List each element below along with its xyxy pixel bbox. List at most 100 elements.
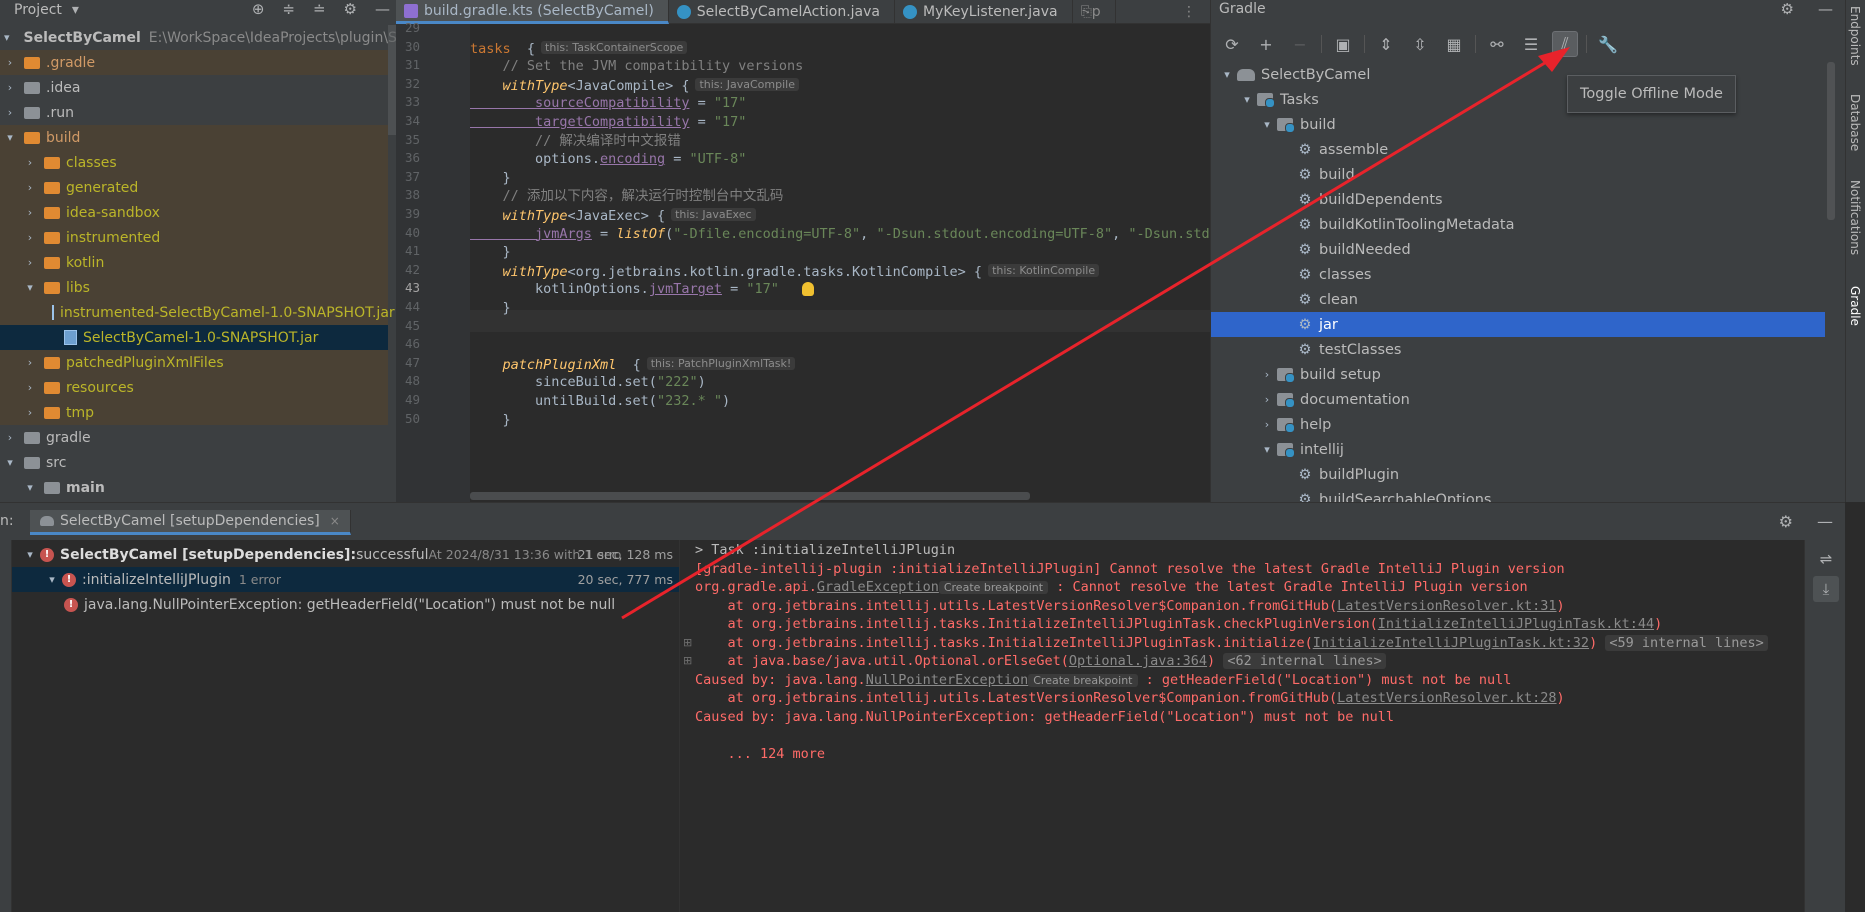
build-result-tree[interactable]: ▾! SelectByCamel [setupDependencies]: suc… — [12, 540, 680, 912]
chevron-down-icon[interactable]: ▾ — [1257, 443, 1277, 456]
create-breakpoint-button[interactable]: Create breakpoint — [1028, 673, 1138, 687]
tool-window-endpoints[interactable]: Endpoints — [1848, 6, 1862, 66]
expand-fold-icon[interactable]: ⊞ — [683, 654, 692, 667]
project-tree-row[interactable]: ▾ src — [0, 450, 388, 475]
chevron-right-icon[interactable]: › — [24, 206, 36, 219]
gradle-tree-row[interactable]: ⚙ buildSearchableOptions — [1211, 487, 1825, 503]
expand-all-icon[interactable]: ⇕ — [1373, 31, 1399, 57]
intention-bulb-icon[interactable] — [802, 282, 814, 296]
build-console[interactable]: > Task :initializeIntelliJPlugin [gradle-… — [681, 540, 1804, 912]
gradle-tree-row[interactable]: ⚙ buildNeeded — [1211, 237, 1825, 262]
project-title[interactable]: Project — [14, 2, 62, 18]
expand-fold-icon[interactable]: ⊞ — [683, 636, 692, 649]
chevron-down-icon[interactable]: ▾ — [1237, 93, 1257, 106]
stacktrace-link[interactable]: InitializeIntelliJPluginTask.kt:32 — [1313, 635, 1589, 651]
editor-horizontal-scrollbar[interactable] — [470, 492, 1030, 500]
project-tree-row[interactable]: › .idea — [0, 75, 388, 100]
build-tree-row[interactable]: ▾!:initializeIntelliJPlugin 1 error 20 sec… — [12, 567, 679, 592]
show-tasks-icon[interactable]: ☰ — [1518, 31, 1544, 57]
chevron-down-icon[interactable]: ▾ — [72, 2, 79, 18]
tool-window-notifications[interactable]: Notifications — [1848, 180, 1862, 255]
gradle-tree-row[interactable]: ⚙ buildDependents — [1211, 187, 1825, 212]
stacktrace-link[interactable]: LatestVersionResolver.kt:28 — [1337, 690, 1556, 706]
gradle-tree-row[interactable]: ⚙ classes — [1211, 262, 1825, 287]
build-tree-row[interactable]: ! java.lang.NullPointerException: getHead… — [12, 592, 679, 617]
chevron-right-icon[interactable]: › — [4, 56, 16, 69]
chevron-down-icon[interactable]: ▾ — [1217, 68, 1237, 81]
project-tree-row[interactable]: › resources — [0, 375, 388, 400]
gradle-task-tree[interactable]: ▾ SelectByCamel ▾ Tasks ▾ build ⚙ assemble ⚙ buil… — [1211, 62, 1825, 502]
editor-tab[interactable]: SelectByCamelAction.java — [669, 0, 895, 24]
gear-icon[interactable]: ⚙ — [344, 0, 357, 18]
chevron-down-icon[interactable]: ▾ — [1257, 118, 1277, 131]
project-tree-row[interactable]: ▾ main — [0, 475, 388, 500]
execute-task-icon[interactable]: ▣ — [1330, 31, 1356, 57]
project-tree-row[interactable]: › patchedPluginXmlFiles — [0, 350, 388, 375]
minimize-icon[interactable]: — — [1818, 0, 1833, 18]
editor-tab[interactable]: build.gradle.kts (SelectByCamel) — [396, 0, 669, 24]
gear-icon[interactable]: ⚙ — [1781, 0, 1794, 18]
project-tree-row[interactable]: ▾ SelectByCamel E:\WorkSpace\IdeaProjects\… — [0, 25, 396, 50]
settings-wrench-icon[interactable]: 🔧 — [1595, 31, 1621, 57]
project-tree-row[interactable]: › .gradle — [0, 50, 388, 75]
minimize-icon[interactable]: — — [375, 0, 390, 18]
chevron-right-icon[interactable]: › — [24, 381, 36, 394]
stacktrace-link[interactable]: GradleException — [817, 579, 939, 595]
project-tree-row[interactable]: › tmp — [0, 400, 388, 425]
gradle-tree-row[interactable]: ▾ build — [1211, 112, 1825, 137]
tabs-overflow-icon[interactable]: ⋮ — [1174, 0, 1210, 24]
chevron-right-icon[interactable]: › — [24, 256, 36, 269]
gradle-tree-row[interactable]: ⚙ assemble — [1211, 137, 1825, 162]
close-tab-icon[interactable]: × — [330, 514, 340, 528]
scroll-to-end-icon[interactable]: ⤓ — [1813, 576, 1839, 602]
chevron-down-icon[interactable]: ▾ — [4, 131, 16, 144]
gradle-tree-row[interactable]: › documentation — [1211, 387, 1825, 412]
gradle-tree-row[interactable]: ⚙ testClasses — [1211, 337, 1825, 362]
soft-wrap-icon[interactable]: ⇌ — [1813, 546, 1839, 572]
chevron-right-icon[interactable]: › — [1257, 418, 1277, 431]
stacktrace-link[interactable]: NullPointerException — [866, 672, 1029, 688]
chevron-right-icon[interactable]: › — [4, 106, 16, 119]
gradle-tree-row[interactable]: › help — [1211, 412, 1825, 437]
chevron-right-icon[interactable]: › — [24, 406, 36, 419]
folded-lines-button[interactable]: <59 internal lines> — [1605, 634, 1768, 651]
project-tree-row[interactable]: › kotlin — [0, 250, 388, 275]
chevron-right-icon[interactable]: › — [24, 181, 36, 194]
project-tree-row[interactable]: › instrumented — [0, 225, 388, 250]
folded-lines-button[interactable]: <62 internal lines> — [1223, 653, 1386, 669]
chevron-down-icon[interactable]: ▾ — [24, 281, 36, 294]
project-tree-row[interactable]: SelectByCamel-1.0-SNAPSHOT.jar — [0, 325, 388, 350]
run-tab[interactable]: SelectByCamel [setupDependencies] × — [30, 510, 351, 535]
chevron-right-icon[interactable]: › — [4, 81, 16, 94]
chevron-down-icon[interactable]: ▾ — [4, 31, 10, 44]
chevron-right-icon[interactable]: › — [24, 356, 36, 369]
chevron-right-icon[interactable]: › — [1257, 368, 1277, 381]
toggle-offline-mode-icon[interactable]: ⫽ — [1552, 31, 1578, 57]
chevron-down-icon[interactable]: ▾ — [20, 548, 40, 561]
tool-window-database[interactable]: Database — [1848, 94, 1862, 151]
project-tree-row[interactable]: › .run — [0, 100, 388, 125]
create-breakpoint-button[interactable]: Create breakpoint — [938, 581, 1049, 594]
chevron-down-icon[interactable]: ▾ — [42, 573, 62, 586]
project-tree-row[interactable]: instrumented-SelectByCamel-1.0-SNAPSHOT.… — [0, 300, 395, 325]
gradle-tree-row[interactable]: ⚙ buildKotlinToolingMetadata — [1211, 212, 1825, 237]
chevron-right-icon[interactable]: › — [4, 431, 16, 444]
locate-icon[interactable]: ⊕ — [252, 0, 265, 18]
project-tree-row[interactable]: › gradle — [0, 425, 388, 450]
gradle-tree-row[interactable]: › build setup — [1211, 362, 1825, 387]
project-tree-row[interactable]: › generated — [0, 175, 388, 200]
chevron-right-icon[interactable]: › — [24, 156, 36, 169]
analyze-icon[interactable]: ⚯ — [1484, 31, 1510, 57]
project-tree-row[interactable]: ▾ libs — [0, 275, 388, 300]
project-tree-row[interactable]: › idea-sandbox — [0, 200, 388, 225]
collapse-all-icon[interactable]: ≐ — [313, 0, 326, 18]
code-area[interactable]: tasks {this: TaskContainerScope // Set t… — [470, 24, 1210, 502]
stacktrace-link[interactable]: Optional.java:364 — [1069, 653, 1207, 669]
gradle-scrollbar[interactable] — [1827, 62, 1835, 220]
minimize-icon[interactable]: — — [1817, 512, 1833, 531]
reload-all-icon[interactable]: ⟳ — [1219, 31, 1245, 57]
chevron-right-icon[interactable]: › — [1257, 393, 1277, 406]
tool-window-gradle[interactable]: Gradle — [1848, 286, 1862, 326]
add-icon[interactable]: + — [1253, 31, 1279, 57]
project-tree[interactable]: ▾ SelectByCamel E:\WorkSpace\IdeaProjects\… — [0, 25, 396, 500]
